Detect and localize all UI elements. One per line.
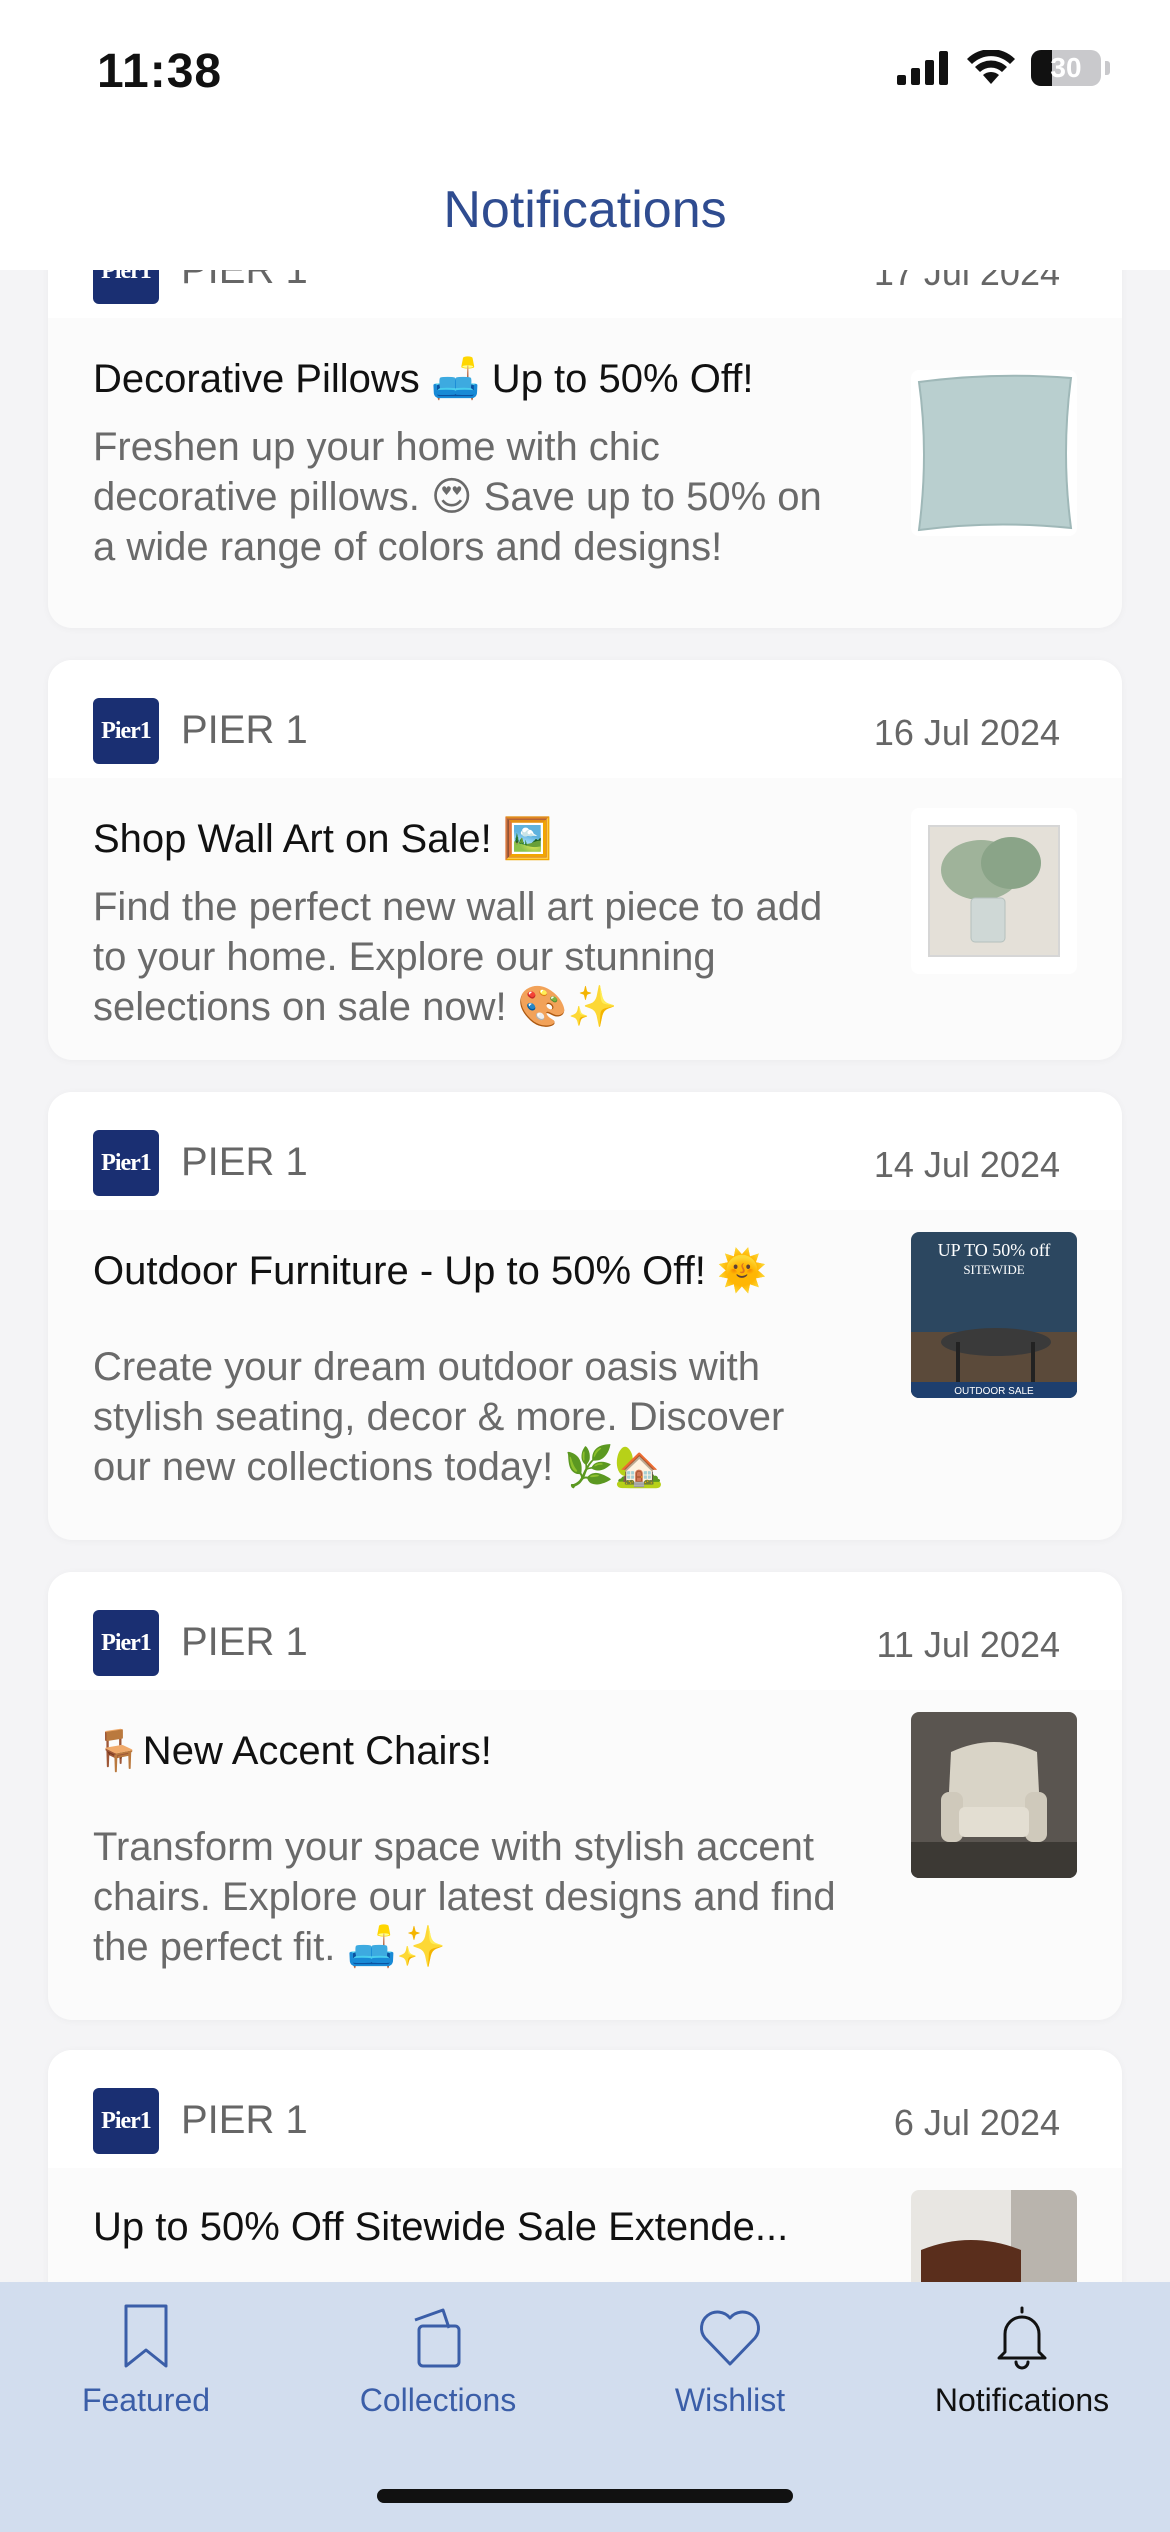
notification-title: Decorative Pillows 🛋️ Up to 50% Off! (93, 357, 754, 401)
notification-header: Pier1 PIER 1 14 Jul 2024 (48, 1092, 1122, 1210)
pier1-logo: Pier1 (93, 270, 159, 304)
pillow-image (911, 370, 1077, 536)
image-caption: UP TO 50% off (938, 1240, 1051, 1260)
page-title: Notifications (443, 181, 727, 239)
notification-date: 6 Jul 2024 (893, 2102, 1060, 2143)
pier1-logo: Pier1 (93, 1610, 159, 1676)
notification-header: Pier1 PIER 1 17 Jul 2024 (48, 270, 1122, 318)
notification-header: Pier1 PIER 1 11 Jul 2024 (48, 1572, 1122, 1690)
notifications-feed[interactable]: Pier1 PIER 1 17 Jul 2024 Decorative Pill… (0, 270, 1170, 2282)
cellular-signal-icon (897, 51, 948, 85)
brand-name: PIER 1 (181, 2098, 308, 2142)
notification-title: 🪑New Accent Chairs! (93, 1729, 492, 1773)
wifi-icon (967, 50, 1015, 84)
outdoor-furniture-image: UP TO 50% off SITEWIDE OUTDOOR SALE (911, 1232, 1077, 1398)
notification-text: Create your dream outdoor oasis with sty… (93, 1345, 785, 1489)
pier1-logo: Pier1 (93, 698, 159, 764)
pier1-logo: Pier1 (93, 2088, 159, 2154)
page-header: Notifications (0, 150, 1170, 270)
notification-date: 14 Jul 2024 (873, 1144, 1060, 1185)
home-indicator[interactable] (377, 2489, 793, 2503)
notification-title: Outdoor Furniture - Up to 50% Off! 🌞 (93, 1249, 767, 1293)
heart-icon (700, 2310, 760, 2366)
brand-name: PIER 1 (181, 708, 308, 752)
notification-card[interactable]: Pier1 PIER 1 17 Jul 2024 Decorative Pill… (48, 270, 1122, 628)
tab-featured[interactable]: Featured (0, 2282, 292, 2442)
accent-chair-image (911, 1712, 1077, 1878)
image-caption: OUTDOOR SALE (954, 1386, 1034, 1397)
tab-label: Wishlist (674, 2382, 786, 2418)
notification-date: 11 Jul 2024 (876, 1624, 1060, 1665)
notification-header: Pier1 PIER 1 6 Jul 2024 (48, 2050, 1122, 2168)
status-time: 11:38 (97, 45, 223, 98)
notification-date: 16 Jul 2024 (873, 712, 1060, 753)
image-caption: SITEWIDE (963, 1262, 1024, 1277)
notification-header: Pier1 PIER 1 16 Jul 2024 (48, 660, 1122, 778)
notification-card[interactable]: Pier1 PIER 1 16 Jul 2024 Shop Wall Art o… (48, 660, 1122, 1060)
leather-chair-image (911, 2190, 1077, 2282)
tab-collections[interactable]: Collections (292, 2282, 584, 2442)
battery-icon: 30 (1031, 50, 1101, 86)
notification-title: Up to 50% Off Sitewide Sale Extende... (93, 2205, 789, 2249)
tab-label: Featured (81, 2382, 211, 2418)
brand-name: PIER 1 (181, 1620, 308, 1664)
tab-label: Notifications (934, 2382, 1110, 2418)
bell-icon (997, 2306, 1047, 2370)
collections-icon (414, 2308, 461, 2368)
tab-notifications[interactable]: Notifications (876, 2282, 1168, 2442)
brand-name: PIER 1 (181, 270, 308, 292)
notification-card[interactable]: Pier1 PIER 1 11 Jul 2024 🪑New Accent Cha… (48, 1572, 1122, 2020)
pier1-logo: Pier1 (93, 1130, 159, 1196)
bookmark-icon (124, 2304, 168, 2368)
notification-text: Freshen up your home with chic decorativ… (93, 425, 822, 569)
tab-label: Collections (359, 2382, 517, 2418)
notification-card[interactable]: Pier1 PIER 1 6 Jul 2024 Up to 50% Off Si… (48, 2050, 1122, 2282)
status-bar: 11:38 30 (0, 0, 1170, 150)
notification-title: Shop Wall Art on Sale! 🖼️ (93, 817, 553, 861)
wall-art-image (911, 808, 1077, 974)
status-icons: 30 (897, 50, 1110, 86)
notification-text: Transform your space with stylish accent… (93, 1825, 836, 1969)
battery-level: 30 (1050, 52, 1082, 83)
notification-text: Find the perfect new wall art piece to a… (93, 885, 823, 1029)
brand-name: PIER 1 (181, 1140, 308, 1184)
notification-date: 17 Jul 2024 (873, 270, 1060, 293)
notification-card[interactable]: Pier1 PIER 1 14 Jul 2024 Outdoor Furnitu… (48, 1092, 1122, 1540)
tab-wishlist[interactable]: Wishlist (584, 2282, 876, 2442)
